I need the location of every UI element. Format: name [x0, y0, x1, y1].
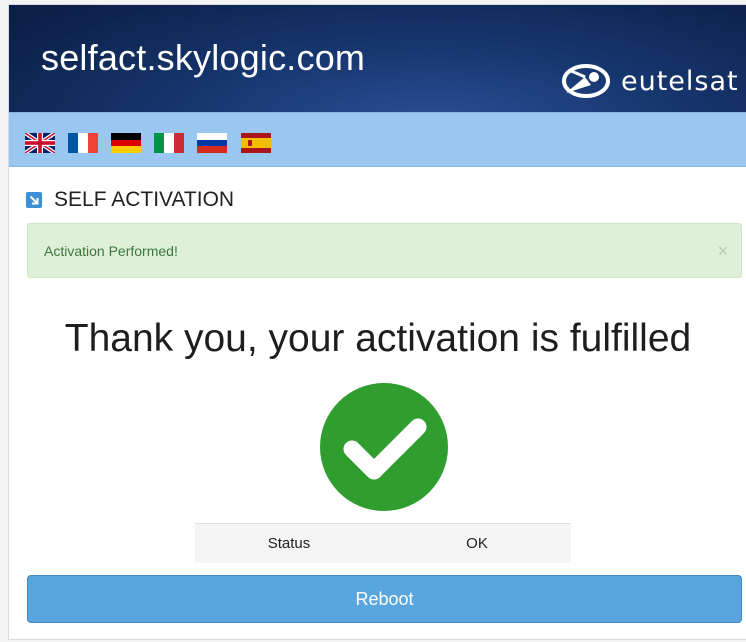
france-flag-icon[interactable]: [68, 133, 98, 153]
section-header: SELF ACTIVATION: [26, 188, 234, 212]
brand-name: eutelsat: [621, 65, 739, 97]
section-title: SELF ACTIVATION: [54, 188, 235, 211]
italy-flag-icon[interactable]: [154, 133, 184, 153]
header-banner: selfact.skylogic.com eutelsat: [9, 5, 746, 112]
checkmark-success-icon: [320, 383, 448, 511]
brand: eutelsat: [561, 61, 739, 101]
germany-flag-icon[interactable]: [111, 133, 141, 153]
confirmation-headline: Thank you, your activation is fulfilled: [64, 317, 692, 360]
status-row: Status OK: [195, 523, 571, 563]
language-bar: [9, 112, 746, 167]
reboot-button[interactable]: Reboot: [27, 575, 742, 623]
spain-flag-icon[interactable]: [241, 133, 271, 153]
site-title: selfact.skylogic.com: [41, 37, 366, 78]
page-frame: selfact.skylogic.com eutelsat SELF ACTIV…: [8, 4, 746, 640]
arrow-down-right-icon: [26, 192, 42, 208]
eutelsat-logo-icon: [562, 64, 610, 98]
status-label: Status: [267, 535, 311, 552]
uk-flag-icon[interactable]: [25, 133, 55, 153]
alert-message: Activation Performed!: [44, 243, 178, 259]
russia-flag-icon[interactable]: [197, 133, 227, 153]
close-icon[interactable]: ×: [713, 241, 733, 261]
status-value: OK: [466, 535, 488, 552]
success-alert: Activation Performed! ×: [27, 223, 742, 278]
